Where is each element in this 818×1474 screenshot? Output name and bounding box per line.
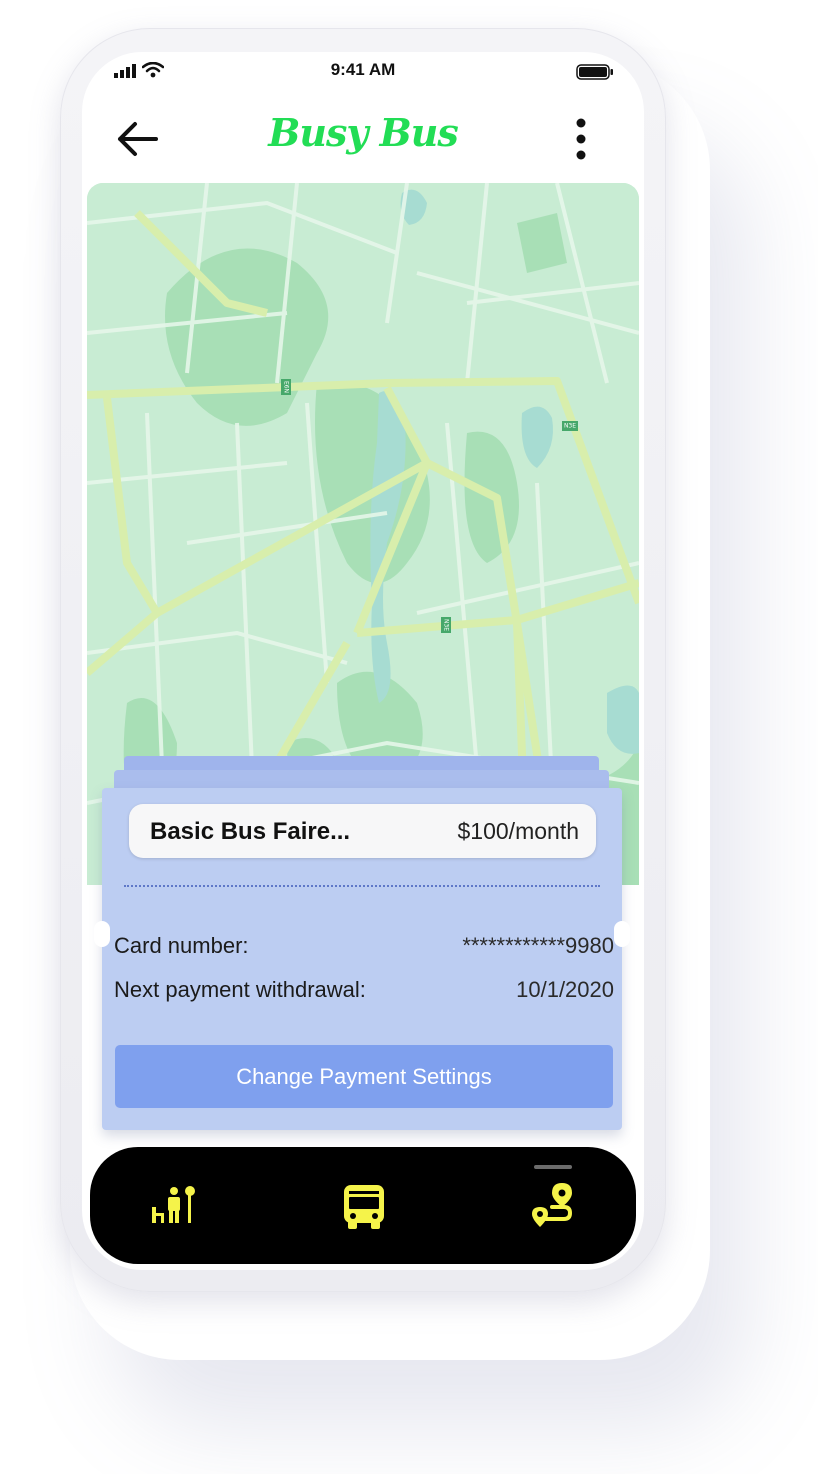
road-label: N3E [443,619,450,631]
nav-item-bus[interactable] [334,1183,394,1233]
more-vertical-icon [576,118,586,160]
app-screen: 9:41 AM Busy Bus E6N N3E N3E Basic Bus F… [82,52,644,1270]
card-number-label: Card number: [114,933,249,958]
plan-selector[interactable]: Basic Bus Faire... $100/month [129,804,596,858]
more-menu-button[interactable] [566,114,596,164]
ticket-divider [124,885,600,887]
change-payment-settings-button[interactable]: Change Payment Settings [115,1045,613,1108]
plan-name: Basic Bus Faire... [150,818,351,845]
status-bar: 9:41 AM [82,52,644,96]
road-label: N3E [564,423,576,430]
road-label: E6N [283,381,290,393]
ticket-notch-left [94,921,110,947]
route-icon [532,1183,573,1227]
nav-item-bus-stop[interactable] [142,1183,202,1233]
card-number-value: ************9980 [462,933,614,958]
bus-icon [344,1185,384,1229]
app-logo: Busy Bus [268,110,459,155]
ticket-notch-right [614,921,630,947]
next-payment-value: 10/1/2020 [516,977,614,1002]
bottom-nav [90,1147,636,1264]
battery-icon [576,64,613,80]
subscription-card: Basic Bus Faire... $100/month Card numbe… [94,788,630,1130]
home-indicator[interactable] [534,1165,572,1169]
bus-stop-icon [152,1186,195,1223]
status-time: 9:41 AM [330,60,396,79]
app-header: Busy Bus [82,104,644,174]
next-payment-label: Next payment withdrawal: [114,977,366,1002]
plan-price: $100/month [457,818,579,844]
nav-item-route[interactable] [522,1183,582,1233]
